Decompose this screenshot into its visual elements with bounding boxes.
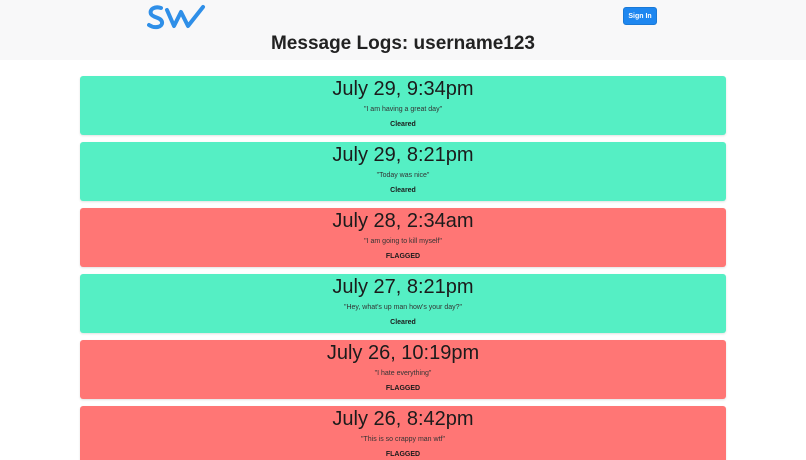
sw-logo[interactable] — [147, 4, 207, 30]
log-card[interactable]: July 29, 9:34pm "I am having a great day… — [80, 76, 726, 135]
log-time: July 26, 10:19pm — [326, 342, 480, 364]
log-message: "I hate everything" — [374, 370, 432, 377]
log-card[interactable]: July 26, 8:42pm "This is so crappy man w… — [80, 406, 726, 460]
log-status: FLAGGED — [385, 253, 421, 260]
log-status: FLAGGED — [385, 451, 421, 458]
sign-in-button[interactable]: Sign In — [623, 7, 657, 25]
log-card[interactable]: July 27, 8:21pm "Hey, what's up man how'… — [80, 274, 726, 333]
log-content: July 29, 9:34pm "I am having a great day… — [0, 60, 806, 460]
log-message: "Today was nice" — [376, 172, 430, 179]
log-time: July 28, 2:34am — [332, 210, 474, 232]
log-message: "Hey, what's up man how's your day?" — [343, 304, 462, 311]
log-message: "This is so crappy man wtf" — [361, 436, 445, 443]
log-time: July 29, 8:21pm — [332, 144, 474, 166]
log-card[interactable]: July 28, 2:34am "I am going to kill myse… — [80, 208, 726, 267]
log-status: FLAGGED — [385, 385, 421, 392]
top-header: Sign In Message Logs: username123 — [0, 0, 806, 60]
log-message: "I am having a great day" — [363, 106, 443, 113]
log-time: July 26, 8:42pm — [332, 408, 474, 430]
log-message: "I am going to kill myself" — [364, 238, 442, 245]
log-card[interactable]: July 26, 10:19pm "I hate everything" FLA… — [80, 340, 726, 399]
page-title: Message Logs: username123 — [270, 33, 535, 54]
log-card[interactable]: July 29, 8:21pm "Today was nice" Cleared — [80, 142, 726, 201]
message-log-list: July 29, 9:34pm "I am having a great day… — [80, 76, 726, 460]
log-time: July 29, 9:34pm — [332, 78, 474, 100]
log-status: Cleared — [390, 187, 416, 194]
log-status: Cleared — [390, 121, 416, 128]
log-time: July 27, 8:21pm — [332, 276, 474, 298]
log-status: Cleared — [390, 319, 416, 326]
